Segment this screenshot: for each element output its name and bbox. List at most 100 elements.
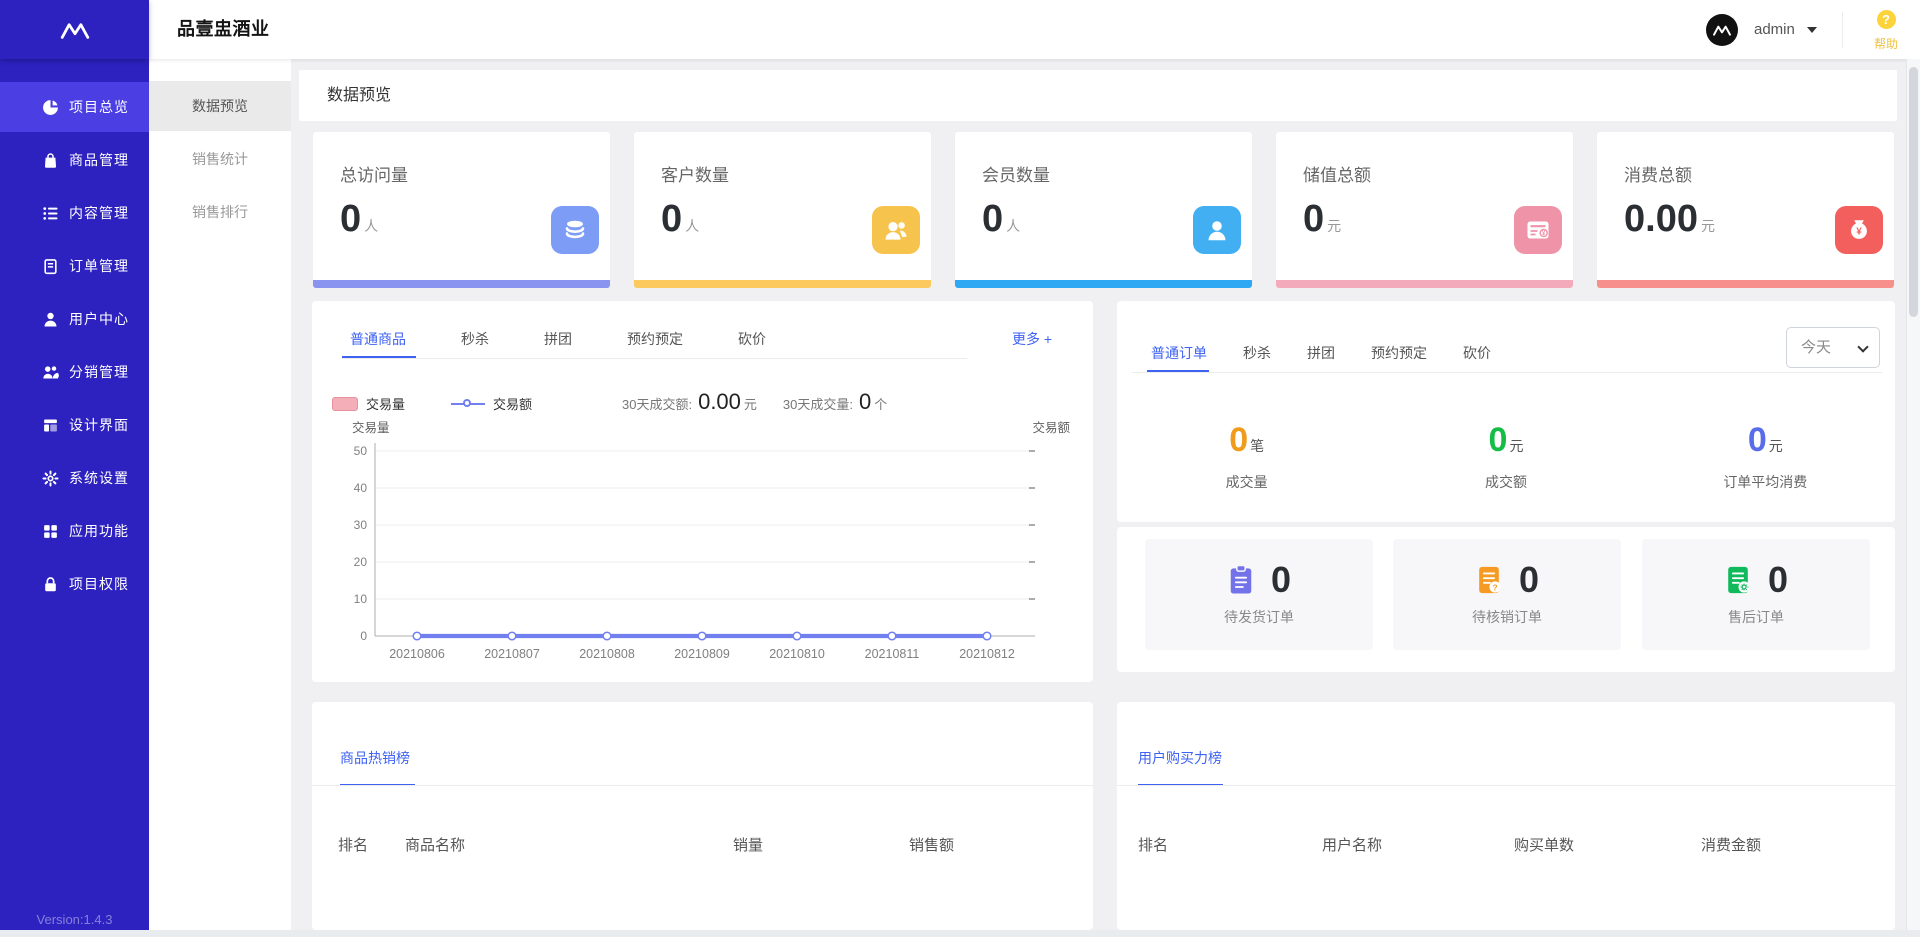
users-icon [43,365,59,378]
list-icon [43,206,58,220]
user-menu[interactable]: admin [1706,0,1817,59]
stat-card-total-visits[interactable]: 总访问量 0人 [312,131,611,289]
svg-text:交易额: 交易额 [1032,420,1070,435]
submenu-item-sales-stats[interactable]: 销售统计 [149,134,291,184]
user-icon [44,312,57,327]
logo-m-icon [60,22,89,39]
submenu-item-sales-rank[interactable]: 销售排行 [149,187,291,237]
svg-text:30: 30 [354,518,368,532]
tab-hot-goods-rank[interactable]: 商品热销榜 [340,748,410,768]
svg-text:20210807: 20210807 [484,647,540,661]
tab-seckill[interactable]: 秒杀 [461,329,489,349]
horizontal-scrollbar[interactable] [0,930,1920,937]
sidebar-item-project-overview[interactable]: 项目总览 [0,82,149,132]
stat-card-members[interactable]: 会员数量 0人 [954,131,1253,289]
summary-amount-value: 0.00 [698,389,741,414]
pending-verification-card[interactable]: ? 0 待核销订单 [1393,539,1621,650]
sidebar-item-label: 项目总览 [69,99,129,115]
stat-color-bar [1597,280,1894,288]
customers-icon [872,206,920,254]
scrollbar-thumb[interactable] [1909,67,1918,317]
tab-order-bargain[interactable]: 砍价 [1463,343,1491,363]
tab-order-seckill[interactable]: 秒杀 [1243,343,1271,363]
stat-card-customers[interactable]: 客户数量 0人 [633,131,932,289]
summary-amount-unit: 元 [743,397,757,412]
legend-volume-label: 交易量 [366,397,406,412]
avatar-m-icon [1713,25,1731,36]
sidebar-item-user-center[interactable]: 用户中心 [0,294,149,344]
chart-legend: 交易量 交易额 [332,394,532,413]
status-count: 0 [1270,559,1292,600]
sidebar-item-orders[interactable]: 订单管理 [0,241,149,291]
legend-amount-label: 交易额 [493,397,533,412]
col-goods-name: 商品名称 [405,837,466,854]
stat-title: 客户数量 [661,166,729,185]
svg-text:0: 0 [360,629,367,643]
date-range-value: 今天 [1801,339,1832,356]
stat-color-bar [313,280,610,288]
dashboard: 项目总览 商品管理 内容管理 订单管理 用户中心 分销管理 设计界面 系统设置 … [0,0,1920,937]
svg-text:20210808: 20210808 [579,647,635,661]
stat-value: 0人 [661,198,700,240]
status-count: 0 [1767,559,1789,600]
tab-order-reservation[interactable]: 预约预定 [1371,343,1427,363]
lock-icon [45,576,56,591]
stat-color-bar [1276,280,1573,288]
after-sale-card[interactable]: 0 售后订单 [1642,539,1870,650]
help-label: 帮助 [1873,37,1898,51]
order-panel: 普通订单 秒杀 拼团 预约预定 砍价 今天 0笔 成交量 0元 成交额 0元 订… [1117,301,1895,522]
tab-bargain[interactable]: 砍价 [738,329,766,349]
more-link[interactable]: 更多 + [1012,329,1052,349]
trade-chart: 0 10 20 30 40 50 交易量 交易额 20210806 20210807 2021080… [352,420,1070,661]
pending-shipment-card[interactable]: 0 待发货订单 [1145,539,1373,650]
sidebar-item-content[interactable]: 内容管理 [0,188,149,238]
order-stat-label: 成交量 [1225,474,1268,490]
order-stat-unit: 笔 [1250,438,1265,454]
order-status-panel: 0 待发货订单 ? 0 待核销订单 0 售后订单 [1117,527,1895,672]
sidebar-item-goods[interactable]: 商品管理 [0,135,149,185]
sidebar-item-design[interactable]: 设计界面 [0,400,149,450]
brand-logo[interactable] [0,0,149,59]
tab-buyer-power-rank[interactable]: 用户购买力榜 [1138,748,1222,768]
tab-order-group-buy[interactable]: 拼团 [1307,343,1335,363]
sub-sidebar: 数据预览 销售统计 销售排行 [149,59,291,930]
stat-unit: 人 [685,218,700,234]
stored-value-card-icon: ¥ [1514,206,1562,254]
sidebar-item-label: 分销管理 [69,364,129,380]
order-stat-value: 0元 [1488,421,1524,459]
sidebar-item-distribution[interactable]: 分销管理 [0,347,149,397]
stat-title: 会员数量 [982,166,1050,185]
database-icon [551,206,599,254]
sidebar-item-label: 系统设置 [69,470,129,486]
svg-text:20210812: 20210812 [959,647,1015,661]
date-range-select[interactable]: 今天 [1786,327,1880,368]
sidebar-item-permissions[interactable]: 项目权限 [0,559,149,609]
buyer-rank-panel: 用户购买力榜 排名 用户名称 购买单数 消费金额 [1117,702,1895,930]
clipboard-icon [1230,564,1252,594]
tab-normal-goods[interactable]: 普通商品 [350,329,406,349]
chevron-down-icon [1806,26,1817,33]
stat-unit: 元 [1327,218,1342,234]
avatar [1706,13,1738,46]
order-stat-amount: 0元 成交额 [1376,421,1635,492]
help-button[interactable]: ? 帮助 [1864,10,1908,52]
sidebar-item-label: 商品管理 [69,152,129,168]
summary-count-unit: 个 [874,397,888,412]
stat-card-consumption[interactable]: 消费总额 0.00 元 ¥ [1596,131,1895,289]
col-order-count: 购买单数 [1514,837,1575,854]
order-stat-value: 0元 [1747,421,1783,459]
legend-amount-marker [451,398,486,407]
stat-card-stored-value[interactable]: 储值总额 0元 ¥ [1275,131,1574,289]
stat-unit: 人 [364,218,379,234]
sidebar-item-system-settings[interactable]: 系统设置 [0,453,149,503]
tab-reservation[interactable]: 预约预定 [627,329,683,349]
vertical-scrollbar[interactable] [1906,59,1920,930]
submenu-item-data-preview[interactable]: 数据预览 [149,81,291,131]
money-bag-icon: ¥ [1835,206,1883,254]
stat-color-bar [955,280,1252,288]
tab-normal-orders[interactable]: 普通订单 [1151,343,1207,363]
tab-group-buy[interactable]: 拼团 [544,329,572,349]
order-stat-volume: 0笔 成交量 [1117,421,1376,492]
doc-gear-icon [1728,566,1750,594]
sidebar-item-app-features[interactable]: 应用功能 [0,506,149,556]
